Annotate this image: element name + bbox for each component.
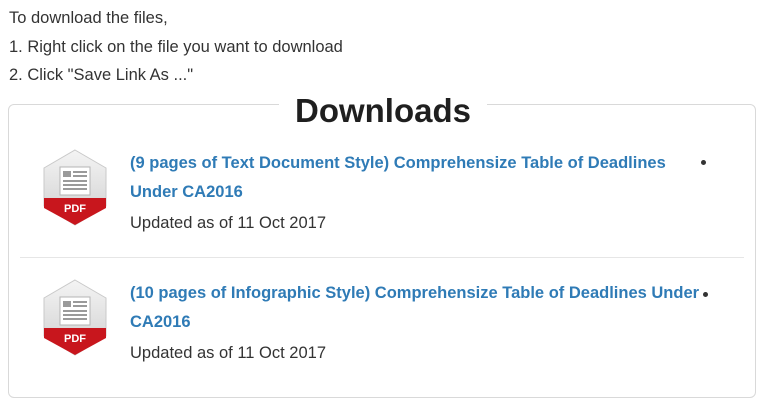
download-link-text-document[interactable]: (9 pages of Text Document Style) Compreh… [130, 149, 700, 206]
instruction-step-1: 1. Right click on the file you want to d… [9, 37, 343, 56]
download-item: PDF (10 pages of Infographic Style) Comp… [20, 274, 744, 384]
download-instructions: To download the files, 1. Right click on… [9, 4, 343, 90]
pdf-file-icon[interactable]: PDF [40, 148, 110, 228]
updated-date: Updated as of 11 Oct 2017 [130, 214, 326, 232]
instruction-intro: To download the files, [9, 9, 168, 27]
item-divider [20, 257, 744, 258]
pdf-icon-label: PDF [64, 333, 86, 345]
download-link-infographic[interactable]: (10 pages of Infographic Style) Comprehe… [130, 279, 700, 336]
instruction-step-2: 2. Click "Save Link As ..." [9, 66, 194, 84]
downloads-title: Downloads [279, 88, 487, 134]
list-bullet [701, 160, 706, 165]
updated-date: Updated as of 11 Oct 2017 [130, 344, 326, 362]
pdf-file-icon[interactable]: PDF [40, 278, 110, 358]
list-bullet [703, 292, 708, 297]
download-item: PDF (9 pages of Text Document Style) Com… [20, 144, 744, 254]
pdf-icon-label: PDF [64, 203, 86, 215]
